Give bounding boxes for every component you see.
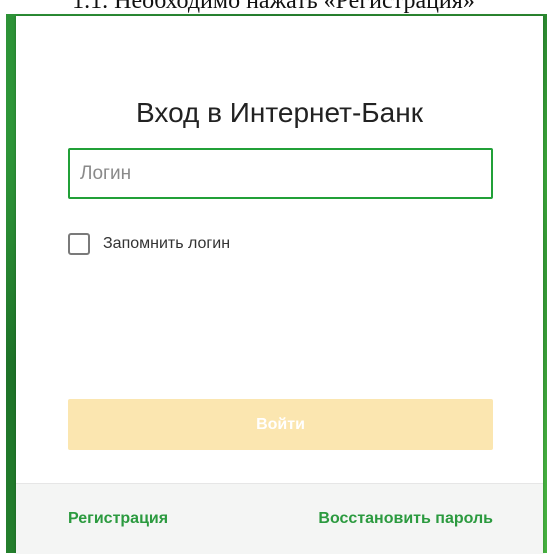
register-link[interactable]: Регистрация	[68, 510, 168, 528]
login-input[interactable]	[68, 148, 493, 199]
login-title: Вход в Интернет-Банк	[136, 97, 423, 128]
restore-password-link[interactable]: Восстановить пароль	[318, 510, 493, 528]
remember-login-label: Запомнить логин	[103, 235, 231, 252]
checkbox-icon[interactable]	[68, 233, 90, 255]
card-footer: Регистрация Восстановить пароль	[16, 483, 543, 554]
login-button[interactable]: Войти	[68, 399, 493, 450]
remember-login-checkbox[interactable]: Запомнить логин	[68, 231, 230, 257]
login-card: Вход в Интернет-Банк Запомнить логин Вой…	[16, 16, 543, 554]
